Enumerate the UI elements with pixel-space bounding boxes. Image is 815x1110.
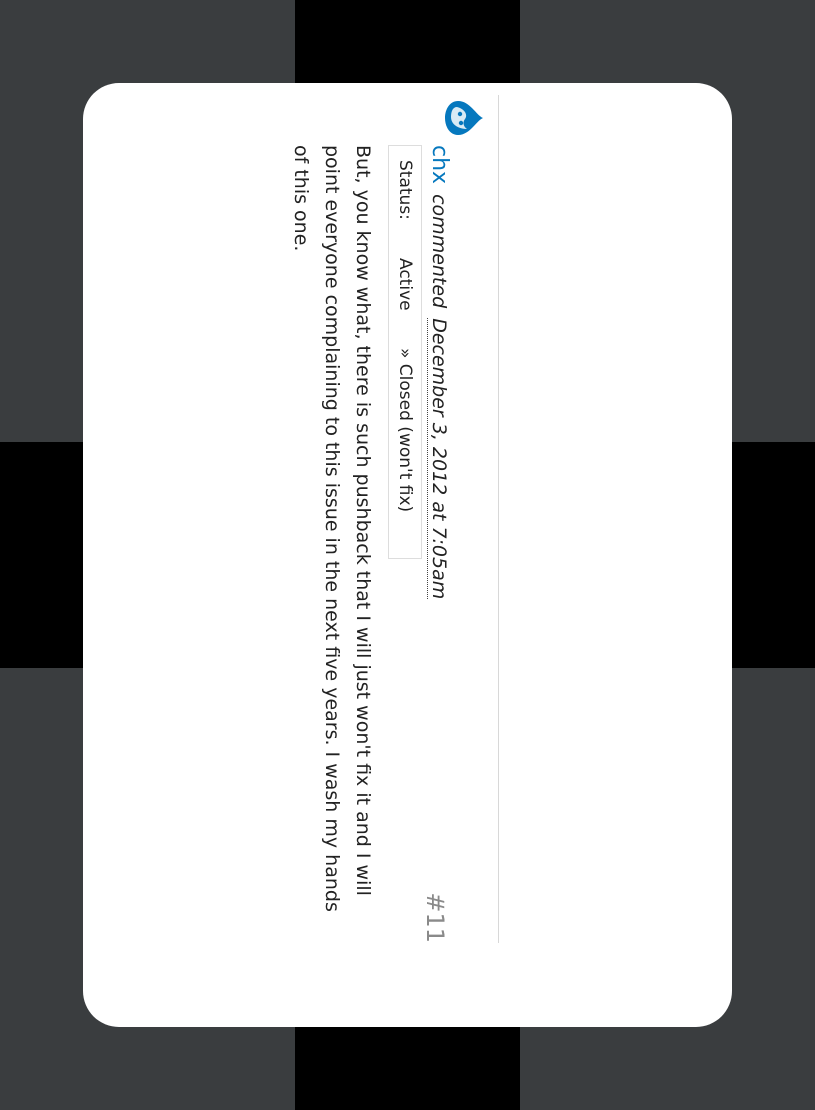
- status-label: Status:: [395, 160, 415, 220]
- status-change-box: Status: Active » Closed (won't fix): [388, 145, 422, 559]
- drupal-drop-icon: [445, 101, 483, 135]
- username-link[interactable]: chx: [427, 145, 452, 184]
- comment: #11 chx commented December 3, 2012 at 7:…: [99, 95, 499, 943]
- comment-date-link[interactable]: December 3, 2012 at 7:05am: [427, 318, 450, 600]
- background-block-right: [731, 442, 815, 668]
- status-new-value: » Closed (won't fix): [395, 348, 415, 513]
- status-old-value: Active: [395, 258, 415, 311]
- comment-header: chx commented December 3, 2012 at 7:05am: [427, 145, 452, 600]
- avatar[interactable]: [443, 97, 485, 139]
- background-block-top: [295, 0, 520, 84]
- comment-body: But, you know what, there is such pushba…: [290, 145, 374, 912]
- comment-divider: [498, 95, 499, 943]
- comment-verb: commented: [428, 194, 450, 309]
- background-block-left: [0, 442, 84, 668]
- background-block-bottom: [295, 1026, 520, 1110]
- comment-number[interactable]: #11: [421, 892, 449, 943]
- comment-card: #11 chx commented December 3, 2012 at 7:…: [83, 83, 732, 1027]
- rotated-content: #11 chx commented December 3, 2012 at 7:…: [83, 83, 732, 1027]
